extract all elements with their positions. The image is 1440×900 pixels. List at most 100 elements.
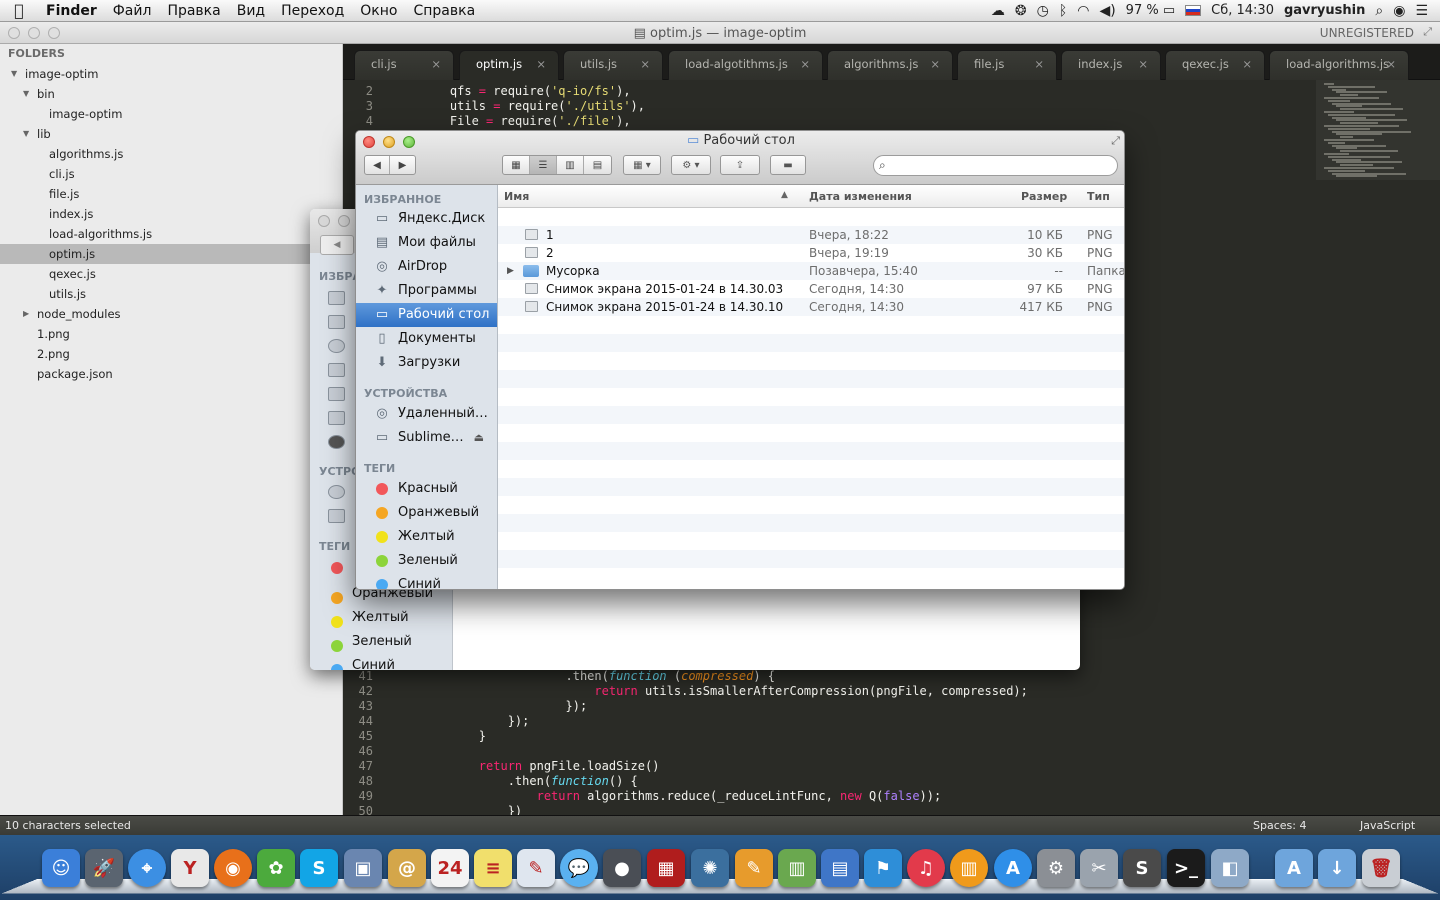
icon-view-icon[interactable]: ▦ [503,156,530,174]
keynote-icon[interactable]: ▤ [821,849,859,887]
code-line[interactable]: utils = require('./utils'), [421,99,645,113]
editor-tab[interactable]: qexec.js × [1165,50,1265,80]
file-row[interactable]: Снимок экрана 2015-01-24 в 14.30.10 Сегод… [498,298,1124,316]
editor-tab[interactable]: algorithms.js × [827,50,953,80]
tag-label[interactable]: Синий [352,658,395,670]
finder-icon[interactable]: ☺ [42,849,80,887]
tree-item[interactable]: qexec.js [0,264,343,284]
tree-item[interactable]: algorithms.js [0,144,343,164]
share-button[interactable]: ⇪ [720,155,760,175]
code-line[interactable]: return algorithms.reduce(_reduceLintFunc… [421,789,942,803]
tag-label[interactable]: Желтый [352,610,409,625]
sidebar-item[interactable]: ▤ Мои файлы [356,231,497,255]
itunes-icon[interactable]: ♫ [907,849,945,887]
back-button[interactable]: ◀ [320,235,354,255]
menu-help[interactable]: Справка [405,3,483,19]
back-button[interactable]: ◀ [365,156,391,174]
close-tab-icon[interactable]: × [1242,51,1252,77]
code-line[interactable]: qfs = require('q-io/fs'), [421,84,631,98]
editor-tab[interactable]: optim.js × [459,50,559,80]
tree-item[interactable]: 1.png [0,324,343,344]
sidebar-device-item[interactable]: ◎ Удаленный… [356,402,497,426]
sidebar-item[interactable]: ▭ Яндекс.Диск [356,207,497,231]
tree-item[interactable]: cli.js [0,164,343,184]
tree-item[interactable]: ▶ node_modules [0,304,343,324]
close-tab-icon[interactable]: × [800,51,810,77]
fullscreen-icon[interactable]: ⤢ [1111,134,1120,148]
code-line[interactable]: return utils.isSmallerAfterCompression(p… [421,684,1028,698]
editor-tab[interactable]: index.js × [1061,50,1161,80]
sidebar-tag-item[interactable]: Синий [356,573,497,589]
editor-tab[interactable]: file.js × [957,50,1057,80]
contacts-icon[interactable]: @ [388,849,426,887]
sidebar-tag-item[interactable]: Желтый [356,525,497,549]
editor-tab[interactable]: utils.js × [563,50,663,80]
sidebar-tag-item[interactable]: Красный [356,477,497,501]
forward-button[interactable]: ▶ [390,156,415,174]
downloads-folder-icon[interactable]: ↓ [1318,849,1356,887]
menu-edit[interactable]: Правка [159,3,228,19]
bluetooth-icon[interactable]: ᛒ [1059,3,1067,19]
numbers-icon[interactable]: ▥ [778,849,816,887]
photo-booth-icon[interactable]: ▦ [647,849,685,887]
menu-app-name[interactable]: Finder [38,3,105,19]
adium-icon[interactable]: ✿ [257,849,295,887]
editor-tab[interactable]: cli.js × [354,50,454,80]
tree-item[interactable]: index.js [0,204,343,224]
close-tab-icon[interactable]: × [431,51,441,77]
firefox-icon[interactable]: ◉ [214,849,252,887]
menu-view[interactable]: Вид [229,3,273,19]
tree-item[interactable]: ▼ lib [0,124,343,144]
tree-item[interactable]: load-algorithms.js [0,224,343,244]
column-view-icon[interactable]: ▥ [557,156,584,174]
user-name[interactable]: gavryushin [1284,3,1365,18]
yandex-browser-icon[interactable]: Y [171,849,209,887]
close-tab-icon[interactable]: × [1138,51,1148,77]
editor-tab[interactable]: load-algotithms.js × [668,50,823,80]
disclosure-open-icon[interactable]: ▼ [23,124,29,144]
tree-item[interactable]: utils.js [0,284,343,304]
disclosure-open-icon[interactable]: ▼ [11,64,17,84]
battery-status[interactable]: 97 % ▭ [1126,3,1175,18]
clock[interactable]: Сб, 14:30 [1211,3,1274,18]
close-tab-icon[interactable]: × [930,51,940,77]
tree-item[interactable]: file.js [0,184,343,204]
volume-icon[interactable]: ◀) [1099,3,1115,19]
eject-icon[interactable]: ⏏ [474,426,484,450]
code-line[interactable]: return pngFile.loadSize() [421,759,660,773]
sidebar-tag-item[interactable]: Зеленый [356,549,497,573]
action-menu-button[interactable]: ⚙ ▾ [671,155,711,175]
file-row[interactable]: 2 Вчера, 19:19 30 КБ PNG [498,244,1124,262]
tags-button[interactable]: ▬ [770,155,806,175]
indentation-status[interactable]: Spaces: 4 [1253,816,1306,836]
editor-tab[interactable]: load-algorithms.js × [1269,50,1409,80]
code-line[interactable]: File = require('./file'), [421,114,631,128]
sidebar-item[interactable]: ✦ Программы [356,279,497,303]
tree-item[interactable]: ▼ bin [0,84,343,104]
fullscreen-icon[interactable]: ⤢ [1423,25,1432,39]
syntax-status[interactable]: JavaScript [1360,816,1415,836]
close-window-button[interactable] [318,215,330,227]
tree-item[interactable]: ▼ image-optim [0,64,343,84]
sublime-text-icon[interactable]: S [1123,849,1161,887]
close-tab-icon[interactable]: × [1386,51,1396,77]
pages-icon[interactable]: ✎ [735,849,773,887]
presentation-icon[interactable]: ⚑ [864,849,902,887]
tag-label[interactable]: Зеленый [352,634,412,649]
sidebar-item[interactable]: ▯ Документы [356,327,497,351]
calendar-icon[interactable]: 24 [431,849,469,887]
iphoto-icon[interactable]: ✺ [691,849,729,887]
column-date-header[interactable]: Дата изменения [809,190,912,203]
code-line[interactable]: }); [421,714,530,728]
code-line[interactable]: .then(function() { [421,774,638,788]
facetime-icon[interactable]: ● [603,849,641,887]
menu-window[interactable]: Окно [352,3,405,19]
user-avatar-icon[interactable]: ◉ [1393,3,1405,19]
dropbox-icon[interactable]: ☁ [991,3,1005,19]
system-preferences-icon[interactable]: ⚙ [1037,849,1075,887]
search-input[interactable] [896,158,1106,173]
sidebar-device-item[interactable]: ▭ Sublime… ⏏ [356,426,497,450]
file-row[interactable]: Снимок экрана 2015-01-24 в 14.30.03 Сегод… [498,280,1124,298]
safari-icon[interactable]: ⌖ [128,849,166,887]
code-line[interactable]: .then(function (compressed) { [421,669,775,683]
